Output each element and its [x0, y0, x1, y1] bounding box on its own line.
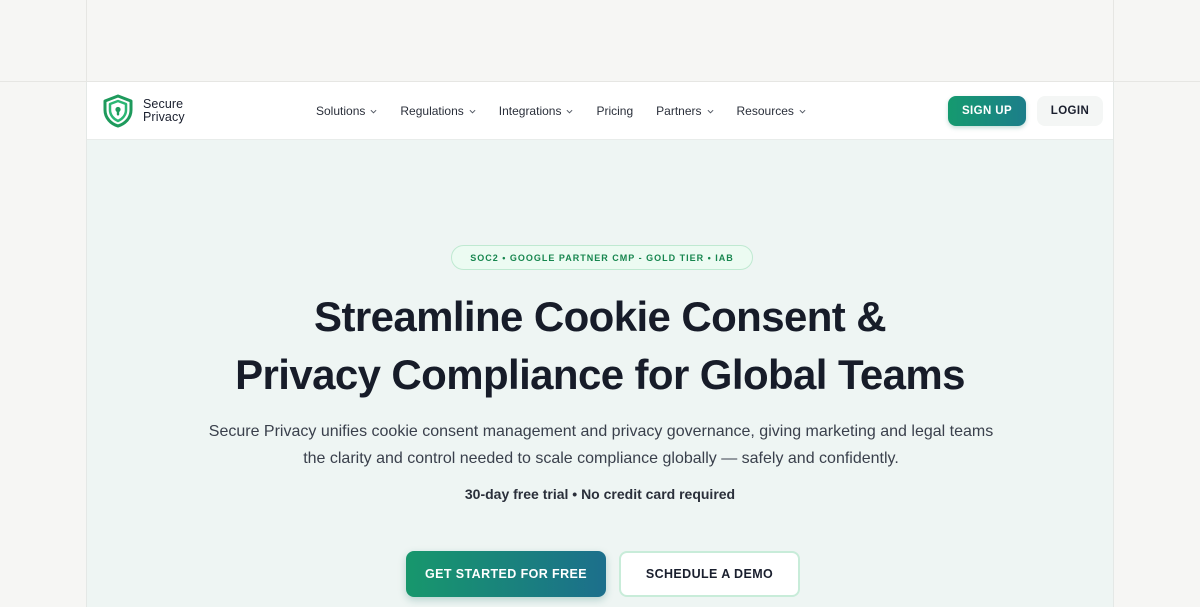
chevron-down-icon — [566, 108, 573, 115]
hero-headline-line1: Streamline Cookie Consent & — [314, 293, 887, 340]
main-nav: Solutions Regulations Integrations Prici… — [316, 82, 829, 140]
nav-item-pricing[interactable]: Pricing — [596, 104, 633, 118]
hero-subtext-line2: the clarity and control needed to scale … — [303, 450, 899, 467]
chevron-down-icon — [469, 108, 476, 115]
top-navbar: Secure Privacy Solutions Regulations Int… — [87, 82, 1113, 140]
hero-subtext: Secure Privacy unifies cookie consent ma… — [177, 418, 1025, 472]
nav-item-solutions[interactable]: Solutions — [316, 104, 377, 118]
trial-note: 30-day free trial • No credit card requi… — [464, 486, 736, 502]
nav-item-resources[interactable]: Resources — [737, 104, 806, 118]
nav-item-integrations[interactable]: Integrations — [499, 104, 574, 118]
nav-item-label: Partners — [656, 104, 702, 118]
nav-item-label: Solutions — [316, 104, 366, 118]
chevron-down-icon — [799, 108, 806, 115]
hero-subtext-line1: Secure Privacy unifies cookie consent ma… — [208, 423, 994, 440]
schedule-demo-button[interactable]: SCHEDULE A DEMO — [619, 551, 800, 597]
nav-item-partners[interactable]: Partners — [656, 104, 714, 118]
hero-headline: Streamline Cookie Consent & Privacy Comp… — [87, 288, 1113, 404]
hero-headline-line2: Privacy Compliance for Global Teams — [235, 351, 965, 398]
login-button[interactable]: LOGIN — [1037, 96, 1103, 126]
brand-logo[interactable]: Secure Privacy — [101, 94, 185, 128]
nav-item-label: Integrations — [498, 104, 562, 118]
get-started-button[interactable]: GET STARTED FOR FREE — [406, 551, 606, 597]
page-frame: Secure Privacy Solutions Regulations Int… — [86, 82, 1114, 607]
chevron-down-icon — [370, 108, 377, 115]
chevron-down-icon — [707, 108, 714, 115]
nav-item-label: Resources — [736, 104, 794, 118]
brand-name-line2: Privacy — [143, 110, 185, 124]
nav-item-regulations[interactable]: Regulations — [400, 104, 476, 118]
shield-lock-icon — [103, 94, 133, 128]
certification-badge: SOC2 • GOOGLE PARTNER CMP - GOLD TIER • … — [451, 245, 753, 270]
sign-up-button[interactable]: SIGN UP — [948, 96, 1026, 126]
nav-item-label: Regulations — [400, 104, 464, 118]
brand-name: Secure Privacy — [143, 98, 185, 124]
nav-item-label: Pricing — [596, 104, 634, 118]
